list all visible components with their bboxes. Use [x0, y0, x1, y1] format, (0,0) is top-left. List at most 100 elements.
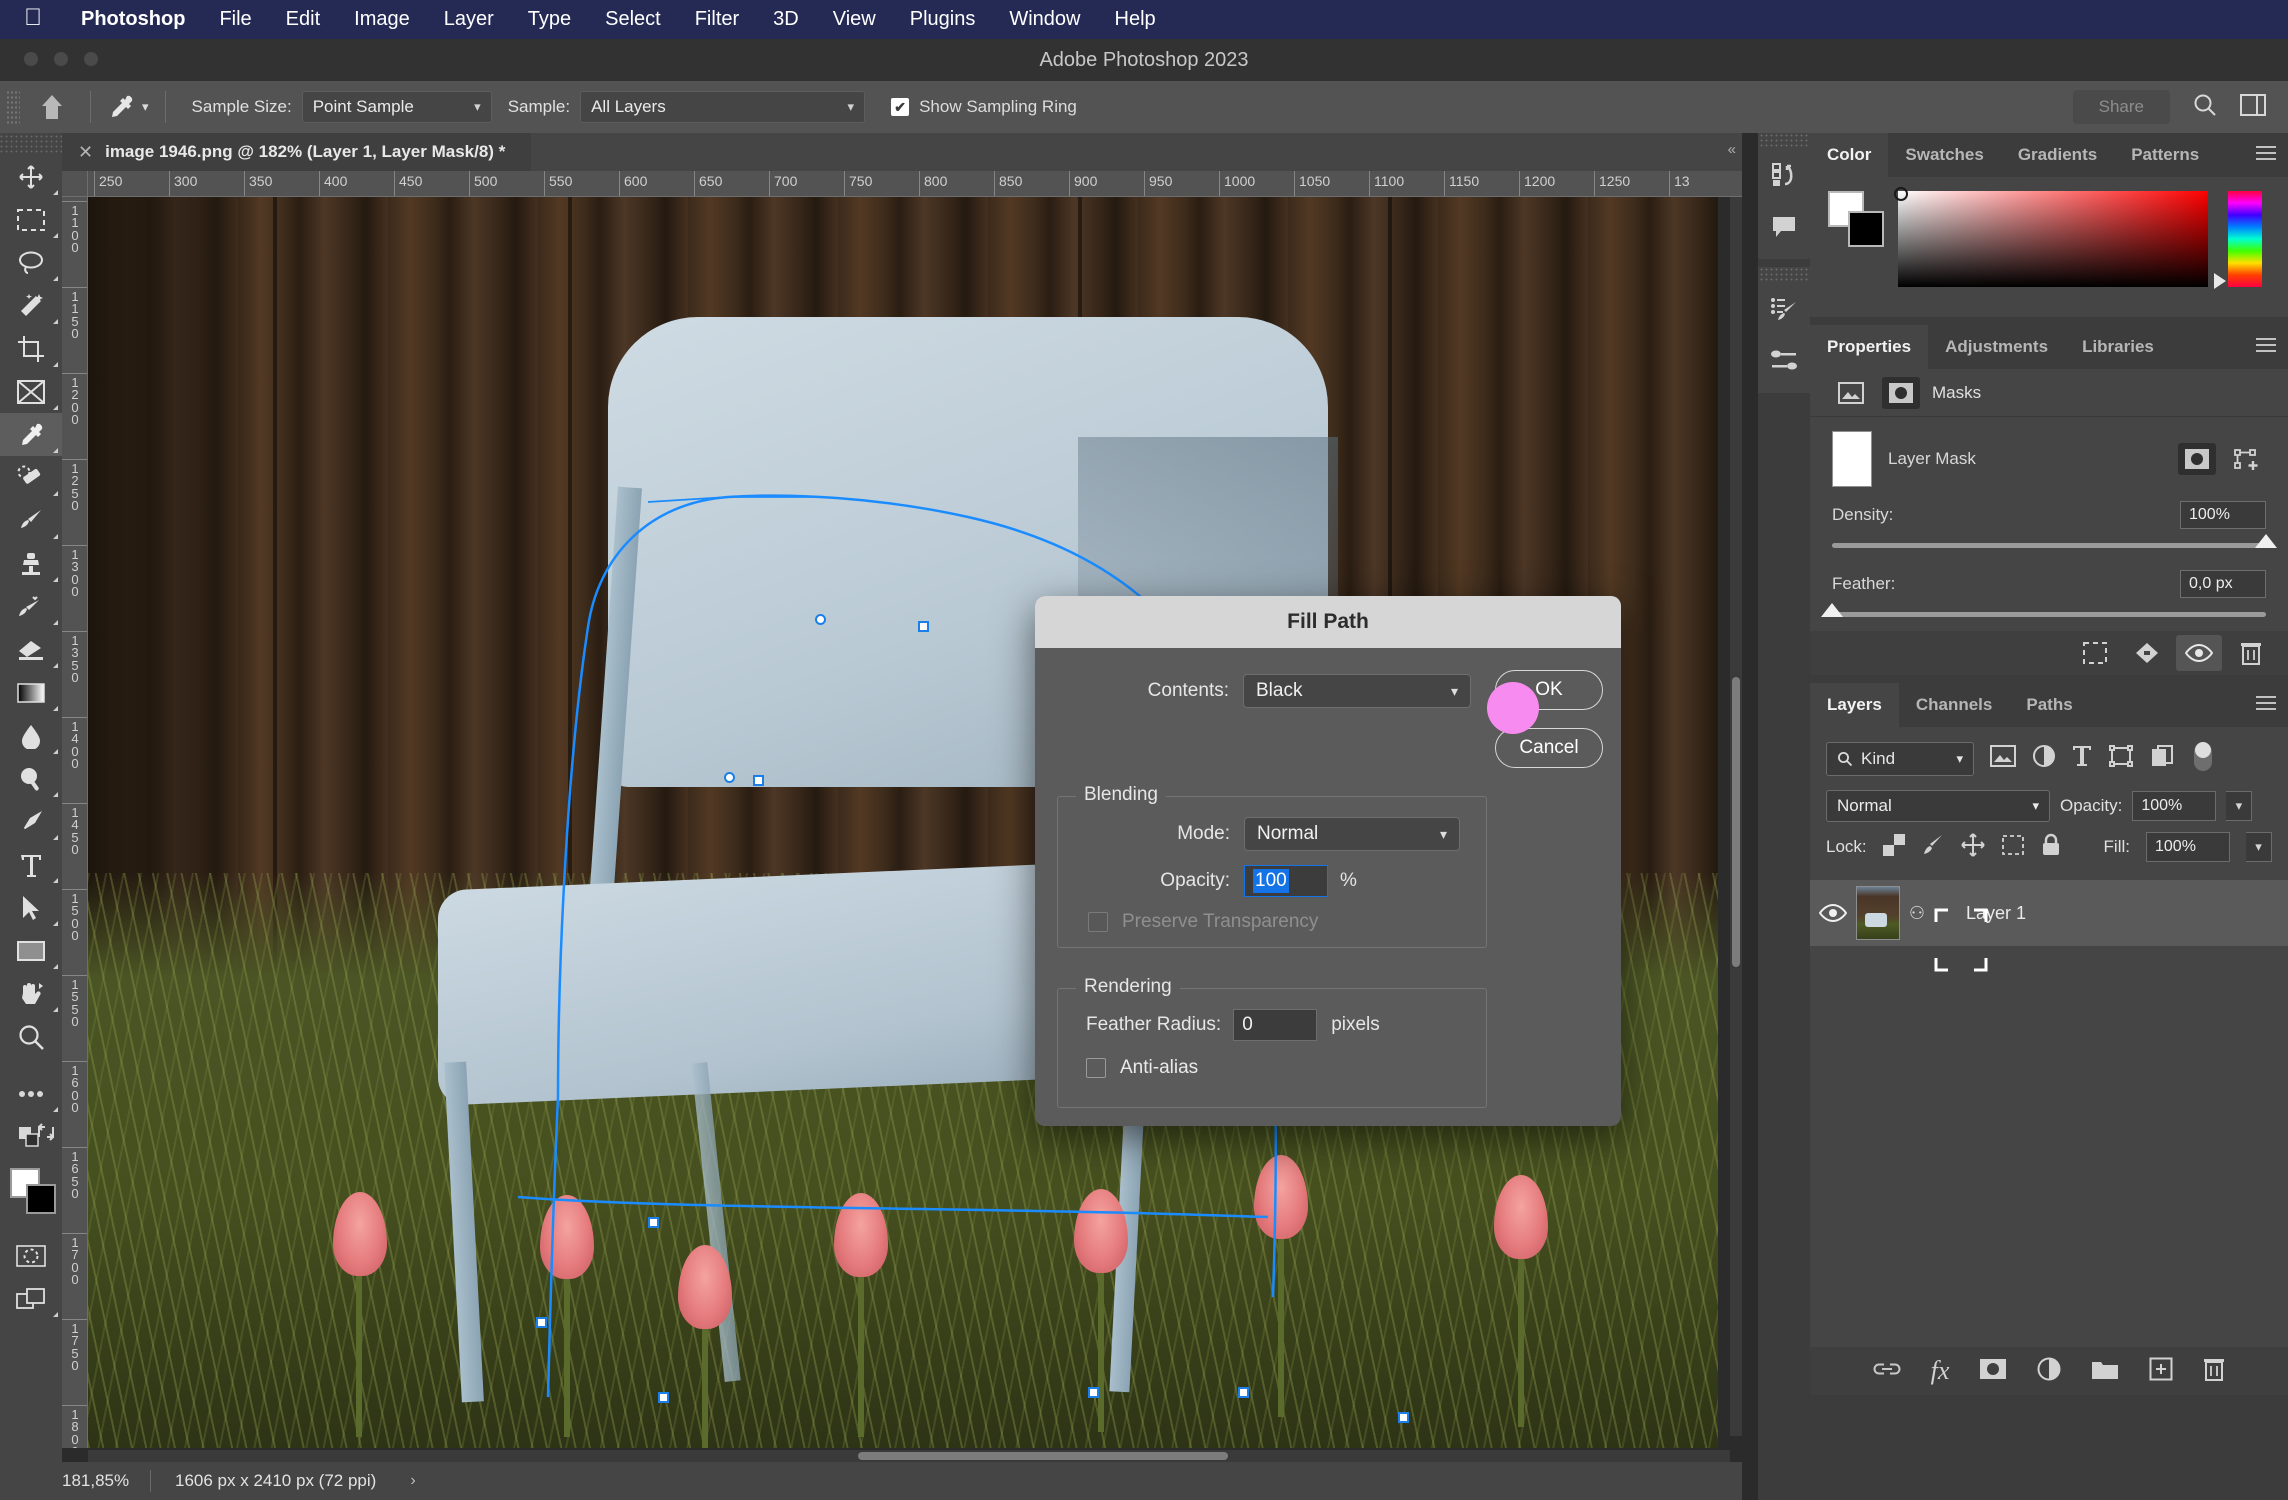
- chevron-right-icon[interactable]: ›: [376, 1472, 415, 1490]
- history-brush-tool[interactable]: [0, 585, 62, 628]
- tab-color[interactable]: Color: [1810, 133, 1889, 177]
- search-icon[interactable]: [2192, 92, 2218, 123]
- anti-alias-checkbox[interactable]: Anti-alias: [1058, 1041, 1486, 1079]
- tab-channels[interactable]: Channels: [1898, 683, 2010, 727]
- pixel-filter-icon[interactable]: [1990, 745, 2016, 772]
- link-mask-icon[interactable]: ⚇: [1900, 903, 1934, 924]
- zoom-level[interactable]: 181,85%: [0, 1471, 150, 1491]
- adjustment-filter-icon[interactable]: [2032, 744, 2056, 773]
- workspace-panel-icon[interactable]: [2240, 93, 2266, 121]
- new-layer-icon[interactable]: [2149, 1357, 2173, 1386]
- fill-stepper-chevron-down-icon[interactable]: ▾: [2246, 832, 2272, 862]
- menu-item-help[interactable]: Help: [1098, 8, 1173, 31]
- opacity-input[interactable]: 100: [1244, 865, 1328, 897]
- dodge-tool[interactable]: [0, 757, 62, 800]
- delete-mask-icon[interactable]: [2228, 635, 2274, 671]
- vertical-ruler[interactable]: 1100 1150 1200 1250 1300 1350 1400 1450 1500 1550…: [62, 197, 88, 1448]
- eraser-tool[interactable]: [0, 628, 62, 671]
- layer-thumbnail[interactable]: [1856, 886, 1900, 940]
- density-slider-track[interactable]: [1832, 534, 2277, 548]
- feather-radius-input[interactable]: 0: [1233, 1009, 1318, 1041]
- canvas-vertical-scrollbar[interactable]: [1730, 197, 1742, 1436]
- apply-mask-icon[interactable]: [2124, 635, 2170, 671]
- default-colors-icon[interactable]: [0, 1115, 62, 1158]
- crop-tool[interactable]: [0, 327, 62, 370]
- brush-tool[interactable]: [0, 499, 62, 542]
- menu-item-edit[interactable]: Edit: [269, 8, 337, 31]
- path-anchor-point[interactable]: [1398, 1412, 1409, 1423]
- type-filter-icon[interactable]: [2072, 744, 2092, 773]
- tool-preset-chevron-down-icon[interactable]: ▾: [142, 99, 149, 115]
- tab-patterns[interactable]: Patterns: [2114, 133, 2217, 177]
- menu-item-window[interactable]: Window: [992, 8, 1097, 31]
- menu-item-view[interactable]: View: [816, 8, 893, 31]
- tab-paths[interactable]: Paths: [2009, 683, 2090, 727]
- menu-item-3d[interactable]: 3D: [756, 8, 816, 31]
- hue-strip[interactable]: [2228, 191, 2262, 287]
- move-tool[interactable]: [0, 155, 62, 198]
- path-selection-tool[interactable]: [0, 886, 62, 929]
- lock-all-icon[interactable]: [2041, 833, 2061, 862]
- type-tool[interactable]: [0, 843, 62, 886]
- home-icon[interactable]: [24, 81, 80, 133]
- document-tab[interactable]: ✕ image 1946.png @ 182% (Layer 1, Layer …: [62, 133, 532, 171]
- add-mask-icon[interactable]: [1979, 1358, 2007, 1385]
- panel-menu-icon[interactable]: [2256, 146, 2276, 164]
- canvas-horizontal-scrollbar[interactable]: [88, 1450, 1730, 1462]
- toggle-mask-icon[interactable]: [2176, 635, 2222, 671]
- sample-select[interactable]: All Layers ▾: [580, 91, 866, 123]
- layer-mask-thumbnail-wrapper[interactable]: [1934, 908, 1988, 972]
- rectangle-tool[interactable]: [0, 929, 62, 972]
- lock-artboard-icon[interactable]: [2001, 834, 2025, 861]
- rectangular-marquee-tool[interactable]: [0, 198, 62, 241]
- menu-item-type[interactable]: Type: [511, 8, 588, 31]
- share-button[interactable]: Share: [2072, 90, 2170, 124]
- menu-item-filter[interactable]: Filter: [678, 8, 756, 31]
- pen-tool[interactable]: [0, 800, 62, 843]
- cancel-button[interactable]: Cancel: [1495, 728, 1603, 768]
- background-color-swatch[interactable]: [1848, 211, 1884, 247]
- panel-menu-icon[interactable]: [2256, 696, 2276, 714]
- maximize-window-button[interactable]: [84, 52, 98, 66]
- scrollbar-thumb[interactable]: [1732, 677, 1740, 967]
- menu-item-photoshop[interactable]: Photoshop: [64, 8, 202, 31]
- tab-swatches[interactable]: Swatches: [1888, 133, 2001, 177]
- tab-adjustments[interactable]: Adjustments: [1928, 325, 2066, 369]
- layer-fill-value[interactable]: 100%: [2146, 832, 2230, 862]
- opacity-stepper-chevron-down-icon[interactable]: ▾: [2226, 791, 2253, 821]
- healing-brush-tool[interactable]: [0, 456, 62, 499]
- feather-value[interactable]: 0,0 px: [2180, 570, 2266, 598]
- contents-select[interactable]: Black ▾: [1243, 674, 1471, 708]
- foreground-background-swatches[interactable]: [0, 1164, 62, 1226]
- adjustment-layer-icon[interactable]: [2037, 1357, 2061, 1386]
- horizontal-ruler[interactable]: 250 300 350 400 450 500 550 600 650 700 750 800 850 9…: [88, 171, 1742, 197]
- window-traffic-lights[interactable]: [24, 52, 98, 66]
- blur-tool[interactable]: [0, 714, 62, 757]
- close-icon[interactable]: ✕: [78, 142, 93, 163]
- quick-mask-icon[interactable]: [0, 1234, 62, 1277]
- apple-logo-icon[interactable]: : [18, 6, 64, 33]
- gradient-tool[interactable]: [0, 671, 62, 714]
- close-window-button[interactable]: [24, 52, 38, 66]
- show-sampling-ring-checkbox[interactable]: Show Sampling Ring: [891, 97, 1077, 117]
- lasso-tool[interactable]: [0, 241, 62, 284]
- lock-image-icon[interactable]: [1921, 833, 1945, 862]
- vector-mask-icon[interactable]: [1882, 376, 1920, 409]
- pixel-mask-icon[interactable]: [1832, 377, 1870, 409]
- edit-toolbar-tool[interactable]: [0, 1072, 62, 1115]
- menu-item-file[interactable]: File: [202, 8, 268, 31]
- panel-menu-icon[interactable]: [2256, 338, 2276, 356]
- layer-mask-thumbnail[interactable]: [1832, 431, 1872, 487]
- dock-grip[interactable]: [1758, 133, 1810, 149]
- menu-item-select[interactable]: Select: [588, 8, 678, 31]
- tab-properties[interactable]: Properties: [1810, 325, 1929, 369]
- delete-layer-icon[interactable]: [2203, 1357, 2225, 1386]
- path-anchor-point[interactable]: [648, 1217, 659, 1228]
- lock-transparency-icon[interactable]: [1882, 833, 1905, 861]
- brush-settings-icon[interactable]: [1758, 283, 1810, 335]
- path-anchor-point[interactable]: [753, 775, 764, 786]
- path-anchor-point[interactable]: [815, 614, 826, 625]
- menu-item-plugins[interactable]: Plugins: [893, 8, 993, 31]
- swap-colors-icon[interactable]: [36, 1123, 56, 1141]
- tab-layers[interactable]: Layers: [1810, 683, 1899, 727]
